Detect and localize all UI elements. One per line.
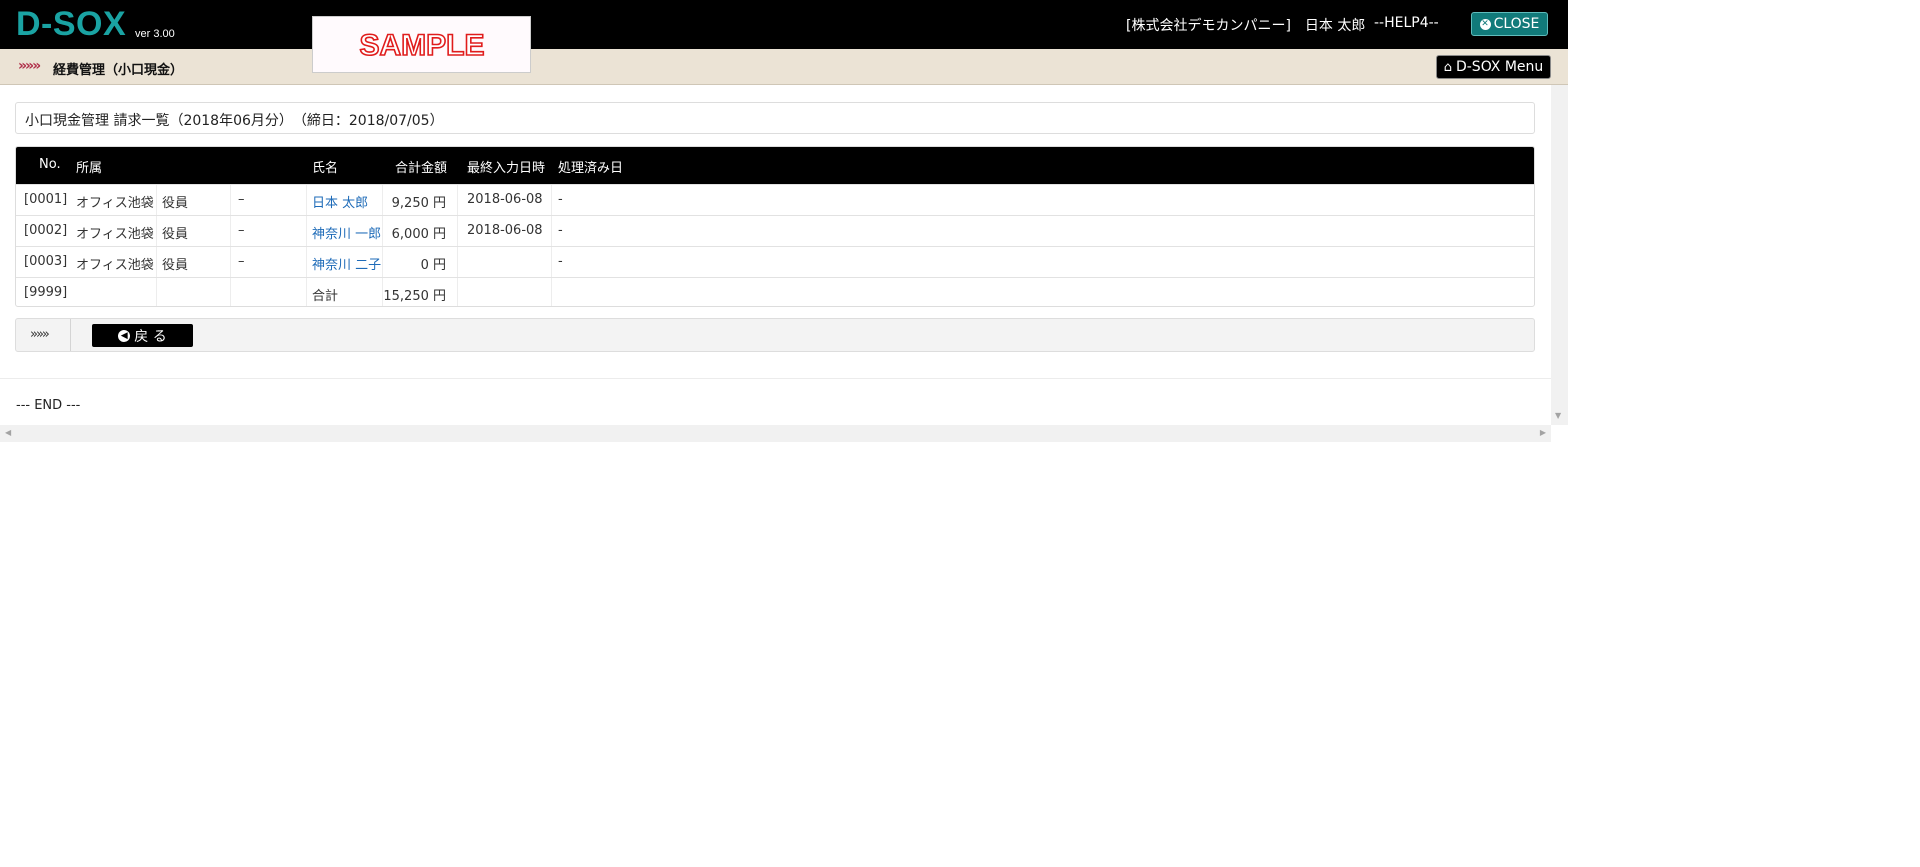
sub-header-bar: »»» 経費管理（小口現金） [0, 49, 1568, 85]
svg-text:SAMPLE: SAMPLE [359, 29, 484, 62]
cell-dash: – [238, 223, 245, 238]
sample-watermark-text: SAMPLE [358, 28, 485, 63]
list-headline: 小口現金管理 請求一覧（2018年06月分） （締日：2018/07/05） [25, 113, 444, 129]
cell-total-label: 合計 [312, 289, 339, 304]
table-row: [0003] オフィス池袋 役員 – 神奈川 二子 0 円 - [16, 246, 1534, 277]
cell-amount: 6,000 円 [391, 227, 446, 242]
cell-total-amount: 15,250 円 [383, 289, 446, 304]
col-no: No. [39, 157, 61, 172]
cell-role: 役員 [162, 227, 189, 242]
cell-last-input: 2018-06-08 [467, 223, 543, 238]
cell-name-link[interactable]: 神奈川 一郎 [312, 223, 381, 242]
cell-dash: – [238, 192, 245, 207]
close-button[interactable]: ✕ CLOSE [1471, 12, 1548, 36]
col-amount: 合計金額 [395, 161, 448, 176]
close-button-label: CLOSE [1493, 16, 1540, 32]
vertical-scrollbar[interactable]: ▼ [1551, 85, 1568, 425]
col-processed: 処理済み日 [558, 161, 624, 176]
scroll-right-icon[interactable]: ▶ [1540, 428, 1546, 437]
app-version: ver 3.00 [135, 28, 175, 40]
cell-no: [9999] [24, 285, 68, 300]
horizontal-scrollbar[interactable]: ◀ ▶ [0, 425, 1551, 442]
dsox-menu-button[interactable]: ⌂ D-SOX Menu [1436, 55, 1551, 79]
cell-processed: - [558, 192, 563, 207]
action-bar: »»» ◀ 戻 る [15, 318, 1535, 352]
col-name: 氏名 [312, 161, 339, 176]
back-arrow-icon: ◀ [118, 329, 131, 342]
app-logo: D-SOX [16, 5, 127, 43]
breadcrumb-arrows-icon: »»» [18, 58, 41, 74]
back-button[interactable]: ◀ 戻 る [92, 324, 193, 347]
scroll-left-icon[interactable]: ◀ [5, 428, 11, 437]
cell-no: [0003] [24, 254, 68, 269]
cell-dept: オフィス池袋 [76, 227, 154, 242]
cell-role: 役員 [162, 258, 189, 273]
home-icon: ⌂ [1443, 59, 1452, 75]
top-bar: D-SOX ver 3.00 [株式会社デモカンパニー] 日本 太郎 --HEL… [0, 0, 1568, 49]
cell-no: [0001] [24, 192, 68, 207]
cell-name-link[interactable]: 神奈川 二子 [312, 254, 381, 273]
dsox-menu-label: D-SOX Menu [1455, 59, 1544, 75]
cell-last-input: 2018-06-08 [467, 192, 543, 207]
action-arrows-icon: »»» [30, 327, 50, 342]
table-row: [0001] オフィス池袋 役員 – 日本 太郎 9,250 円 2018-06… [16, 184, 1534, 215]
table-header: No. 所属 氏名 合計金額 最終入力日時 処理済み日 [16, 147, 1534, 184]
end-divider [0, 378, 1551, 379]
action-divider [70, 319, 71, 351]
table-row-total: [9999] 合計 15,250 円 [16, 277, 1534, 306]
cell-name-link[interactable]: 日本 太郎 [312, 192, 368, 211]
list-headline-box: 小口現金管理 請求一覧（2018年06月分） （締日：2018/07/05） [15, 102, 1535, 134]
scroll-down-icon[interactable]: ▼ [1555, 411, 1561, 420]
cell-amount: 0 円 [420, 258, 446, 273]
page-title: 経費管理（小口現金） [53, 63, 184, 78]
cell-no: [0002] [24, 223, 68, 238]
cell-role: 役員 [162, 196, 189, 211]
end-marker: --- END --- [16, 398, 81, 413]
close-circle-icon: ✕ [1479, 18, 1491, 30]
main-content: 小口現金管理 請求一覧（2018年06月分） （締日：2018/07/05） N… [0, 85, 1551, 425]
back-button-label: 戻 る [134, 328, 167, 345]
invoice-table: No. 所属 氏名 合計金額 最終入力日時 処理済み日 [0001] オフィス池… [15, 146, 1535, 307]
cell-processed: - [558, 223, 563, 238]
cell-dash: – [238, 254, 245, 269]
table-row: [0002] オフィス池袋 役員 – 神奈川 一郎 6,000 円 2018-0… [16, 215, 1534, 246]
cell-amount: 9,250 円 [391, 196, 446, 211]
cell-dept: オフィス池袋 [76, 196, 154, 211]
col-dept: 所属 [76, 161, 103, 176]
company-user-label: [株式会社デモカンパニー] 日本 太郎 [1126, 18, 1366, 34]
cell-dept: オフィス池袋 [76, 258, 154, 273]
sample-watermark: SAMPLE [312, 16, 531, 73]
help-link[interactable]: --HELP4-- [1374, 15, 1439, 31]
scrollbar-corner [1551, 425, 1568, 442]
cell-processed: - [558, 254, 563, 269]
col-last-input: 最終入力日時 [467, 161, 546, 176]
